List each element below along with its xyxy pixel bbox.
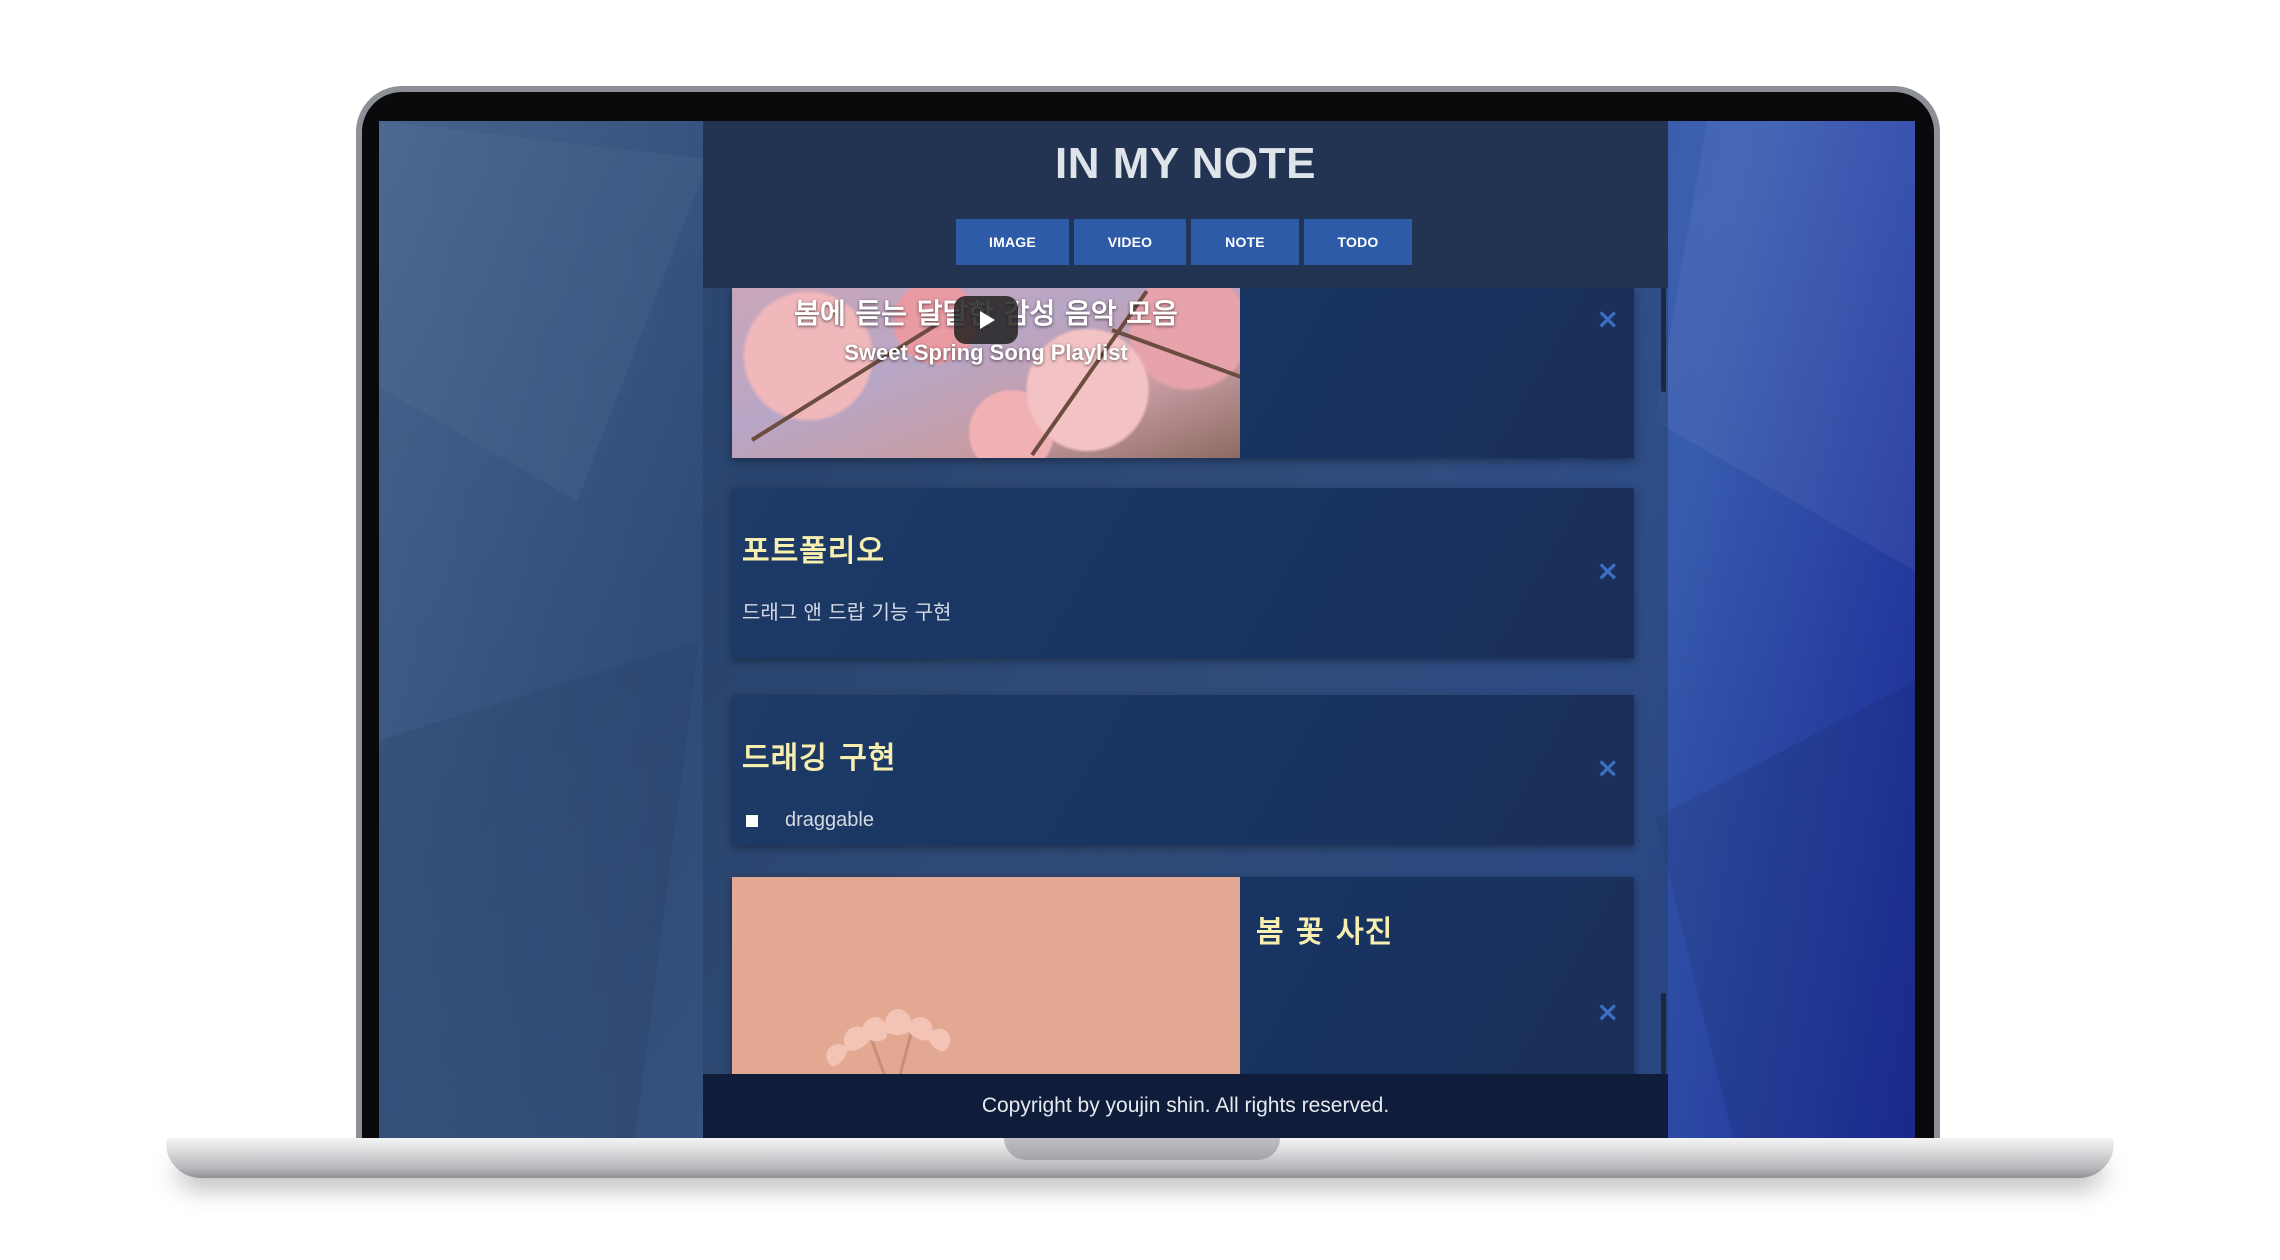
todo-card[interactable]: 드래깅 구현 draggable × bbox=[732, 695, 1634, 845]
video-card[interactable]: 봄에 듣는 달달한 감성 음악 모음 Sweet Spring Song Pla… bbox=[732, 288, 1634, 458]
close-icon[interactable]: × bbox=[1596, 557, 1619, 585]
todo-button[interactable]: TODO bbox=[1304, 219, 1412, 265]
laptop-notch bbox=[1004, 1138, 1280, 1160]
note-button[interactable]: NOTE bbox=[1191, 219, 1299, 265]
copyright-text: Copyright by youjin shin. All rights res… bbox=[981, 1094, 1390, 1117]
flower-stem bbox=[869, 1038, 894, 1074]
laptop-screen: IN MY NOTE IMAGE VIDEO NOTE TODO 봄에 듣는 달… bbox=[379, 121, 1915, 1138]
close-icon[interactable]: × bbox=[1596, 754, 1619, 782]
app-title: IN MY NOTE bbox=[1055, 139, 1316, 188]
note-body: 드래그 앤 드랍 기능 구현 bbox=[742, 600, 952, 624]
note-card[interactable]: 포트폴리오 드래그 앤 드랍 기능 구현 × bbox=[732, 488, 1634, 658]
app-container: IN MY NOTE IMAGE VIDEO NOTE TODO 봄에 듣는 달… bbox=[703, 121, 1668, 1138]
scrollbar-thumb[interactable] bbox=[1661, 288, 1666, 392]
card-list[interactable]: 봄에 듣는 달달한 감성 음악 모음 Sweet Spring Song Pla… bbox=[703, 288, 1668, 1074]
todo-item: draggable bbox=[785, 809, 874, 831]
image-title: 봄 꽃 사진 bbox=[1256, 915, 1394, 950]
todo-title: 드래깅 구현 bbox=[742, 741, 897, 776]
play-icon[interactable] bbox=[954, 296, 1018, 344]
video-thumbnail[interactable]: 봄에 듣는 달달한 감성 음악 모음 Sweet Spring Song Pla… bbox=[732, 288, 1240, 458]
close-icon[interactable]: × bbox=[1596, 305, 1619, 333]
close-icon[interactable]: × bbox=[1596, 998, 1619, 1026]
image-card[interactable]: 봄 꽃 사진 × bbox=[732, 877, 1634, 1074]
image-button[interactable]: IMAGE bbox=[956, 219, 1069, 265]
background-facet bbox=[1655, 681, 1915, 1138]
note-title: 포트폴리오 bbox=[742, 534, 885, 569]
app-header: IN MY NOTE IMAGE VIDEO NOTE TODO bbox=[703, 121, 1668, 288]
background-facet bbox=[379, 641, 699, 1138]
todo-checkbox[interactable] bbox=[746, 815, 758, 827]
scrollbar-thumb[interactable] bbox=[1661, 993, 1666, 1074]
background-facet bbox=[379, 121, 709, 501]
video-title-english: Sweet Spring Song Playlist bbox=[844, 340, 1128, 365]
flower-photo bbox=[732, 877, 1240, 1074]
video-button[interactable]: VIDEO bbox=[1074, 219, 1186, 265]
background-facet bbox=[1655, 121, 1915, 571]
app-footer: Copyright by youjin shin. All rights res… bbox=[703, 1074, 1668, 1138]
